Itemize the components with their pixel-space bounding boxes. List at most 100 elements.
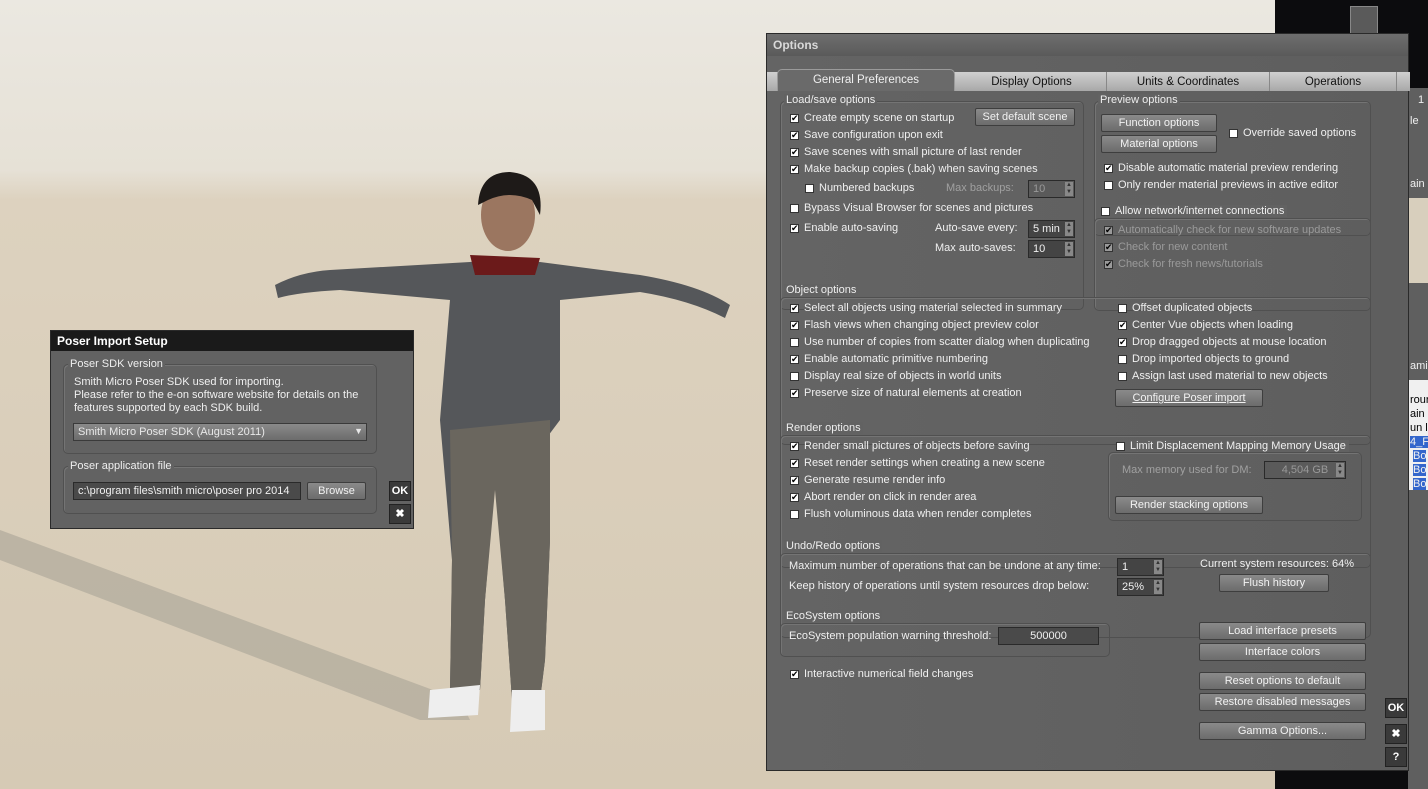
tab-units-coordinates[interactable]: Units & Coordinates bbox=[1107, 72, 1270, 91]
group-legend: Render options bbox=[784, 422, 863, 434]
fragment[interactable]: Bo bbox=[1413, 478, 1427, 490]
option-checkbox[interactable]: ✔ Create empty scene on startup bbox=[790, 112, 954, 124]
option-checkbox[interactable]: ✔ Drop dragged objects at mouse location bbox=[1118, 336, 1326, 348]
checkbox-label: Save scenes with small picture of last r… bbox=[804, 146, 1022, 158]
autosave-every-label: Auto-save every: bbox=[935, 222, 1018, 234]
tab-general-preferences[interactable]: General Preferences bbox=[777, 69, 955, 91]
ok-button[interactable]: OK bbox=[389, 481, 411, 501]
limit-dm-checkbox[interactable]: Limit Displacement Mapping Memory Usage bbox=[1116, 440, 1349, 452]
allow-network-checkbox[interactable]: Allow network/internet connections bbox=[1101, 205, 1288, 217]
file-legend: Poser application file bbox=[68, 460, 174, 472]
max-ops-label: Maximum number of operations that can be… bbox=[789, 560, 1101, 572]
fragment[interactable]: Bo bbox=[1413, 450, 1427, 462]
material-options-button[interactable]: Material options bbox=[1101, 135, 1217, 153]
checkbox-box bbox=[1104, 180, 1113, 190]
option-checkbox[interactable]: Assign last used material to new objects bbox=[1118, 370, 1328, 382]
checkbox-label: Display real size of objects in world un… bbox=[804, 370, 1002, 382]
restore-messages-button[interactable]: Restore disabled messages bbox=[1199, 693, 1366, 711]
option-checkbox[interactable]: Only render material previews in active … bbox=[1104, 179, 1338, 191]
checkbox-box: ✔ bbox=[790, 222, 799, 233]
option-checkbox[interactable]: ✔ Save configuration upon exit bbox=[790, 129, 943, 141]
checkbox-label: Use number of copies from scatter dialog… bbox=[804, 336, 1090, 348]
checkbox-box bbox=[1118, 354, 1127, 364]
close-button[interactable]: ✖ bbox=[1385, 724, 1407, 744]
group-legend: Load/save options bbox=[784, 94, 878, 106]
fragment: un li bbox=[1410, 422, 1428, 434]
load-presets-button[interactable]: Load interface presets bbox=[1199, 622, 1366, 640]
checkbox-box: ✔ bbox=[1118, 319, 1127, 330]
checkbox-label: Drop dragged objects at mouse location bbox=[1132, 336, 1327, 348]
configure-poser-import-button[interactable]: Configure Poser import bbox=[1115, 389, 1263, 407]
max-ops-spinner[interactable]: 1 ▲ ▼ bbox=[1117, 558, 1164, 576]
option-checkbox[interactable]: Bypass Visual Browser for scenes and pic… bbox=[790, 202, 1033, 214]
option-checkbox[interactable]: ✔ Make backup copies (.bak) when saving s… bbox=[790, 163, 1038, 175]
option-checkbox[interactable]: Numbered backups bbox=[805, 182, 914, 194]
checkbox-box bbox=[790, 203, 799, 213]
option-checkbox[interactable]: Flush voluminous data when render comple… bbox=[790, 508, 1031, 520]
checkbox-label: Reset render settings when creating a ne… bbox=[804, 457, 1045, 469]
keep-history-spinner[interactable]: 25% ▲ ▼ bbox=[1117, 578, 1164, 596]
function-options-button[interactable]: Function options bbox=[1101, 114, 1217, 132]
max-autosaves-spinner[interactable]: 10 ▲ ▼ bbox=[1028, 240, 1075, 258]
browse-button[interactable]: Browse bbox=[307, 482, 366, 500]
eco-threshold-input[interactable]: 500000 bbox=[998, 627, 1099, 645]
fragment: amic bbox=[1410, 360, 1428, 372]
set-default-scene-button[interactable]: Set default scene bbox=[975, 108, 1075, 126]
checkbox-label: Bypass Visual Browser for scenes and pic… bbox=[804, 202, 1034, 214]
gamma-options-button[interactable]: Gamma Options... bbox=[1199, 722, 1366, 740]
poser-import-dialog: Poser Import Setup Poser SDK version Smi… bbox=[50, 330, 414, 529]
interface-colors-button[interactable]: Interface colors bbox=[1199, 643, 1366, 661]
checkbox-box: ✔ bbox=[790, 163, 799, 174]
render-stacking-button[interactable]: Render stacking options bbox=[1115, 496, 1263, 514]
poser-path-input[interactable]: c:\program files\smith micro\poser pro 2… bbox=[73, 482, 301, 500]
option-checkbox[interactable]: Display real size of objects in world un… bbox=[790, 370, 1001, 382]
option-checkbox[interactable]: ✔ Disable automatic material preview rend… bbox=[1104, 162, 1338, 174]
option-checkbox[interactable]: ✔ Render small pictures of objects before… bbox=[790, 440, 1030, 452]
ok-button[interactable]: OK bbox=[1385, 698, 1407, 718]
max-backups-spinner[interactable]: 10 ▲ ▼ bbox=[1028, 180, 1075, 198]
sdk-version-select[interactable]: Smith Micro Poser SDK (August 2011) ▼ bbox=[73, 423, 367, 441]
option-checkbox[interactable]: ✔ Save scenes with small picture of last … bbox=[790, 146, 1022, 158]
tab-operations[interactable]: Operations bbox=[1270, 72, 1397, 91]
fragment[interactable]: 4_F bbox=[1410, 436, 1428, 448]
option-checkbox[interactable]: Offset duplicated objects bbox=[1118, 302, 1252, 314]
checkbox-label: Enable automatic primitive numbering bbox=[804, 353, 989, 365]
tab-display-options[interactable]: Display Options bbox=[957, 72, 1107, 91]
sdk-text: Smith Micro Poser SDK used for importing… bbox=[74, 376, 284, 388]
interactive-fields-checkbox[interactable]: ✔ Interactive numerical field changes bbox=[790, 668, 973, 680]
close-button[interactable]: ✖ bbox=[389, 504, 411, 524]
option-checkbox[interactable]: Override saved options bbox=[1229, 127, 1356, 139]
reset-options-button[interactable]: Reset options to default bbox=[1199, 672, 1366, 690]
checkbox-label: Automatically check for new software upd… bbox=[1118, 224, 1342, 236]
option-checkbox[interactable]: ✔ Center Vue objects when loading bbox=[1118, 319, 1293, 331]
max-memory-spinner[interactable]: 4,504 GB ▲ ▼ bbox=[1264, 461, 1346, 479]
checkbox-label: Drop imported objects to ground bbox=[1132, 353, 1290, 365]
object-settings-icon[interactable] bbox=[1350, 6, 1378, 34]
option-checkbox[interactable]: ✔ Reset render settings when creating a n… bbox=[790, 457, 1045, 469]
checkbox-label: Only render material previews in active … bbox=[1118, 179, 1339, 191]
option-checkbox[interactable]: ✔ Enable automatic primitive numbering bbox=[790, 353, 988, 365]
option-checkbox[interactable]: ✔ Select all objects using material selec… bbox=[790, 302, 1062, 314]
flush-history-button[interactable]: Flush history bbox=[1219, 574, 1329, 592]
checkbox-box: ✔ bbox=[790, 491, 799, 502]
checkbox-label: Generate resume render info bbox=[804, 474, 946, 486]
checkbox-box: ✔ bbox=[1104, 241, 1113, 252]
help-button[interactable]: ? bbox=[1385, 747, 1407, 767]
fragment: rour bbox=[1410, 394, 1428, 406]
option-checkbox[interactable]: ✔ Flash views when changing object previe… bbox=[790, 319, 1039, 331]
checkbox-label: Preserve size of natural elements at cre… bbox=[804, 387, 1022, 399]
checkbox-label: Assign last used material to new objects bbox=[1132, 370, 1328, 382]
checkbox-label: Center Vue objects when loading bbox=[1132, 319, 1294, 331]
group-legend: Undo/Redo options bbox=[784, 540, 883, 552]
option-checkbox[interactable]: Drop imported objects to ground bbox=[1118, 353, 1289, 365]
eco-threshold-label: EcoSystem population warning threshold: bbox=[789, 630, 992, 642]
option-checkbox[interactable]: ✔ Abort render on click in render area bbox=[790, 491, 976, 503]
fragment[interactable]: Bo bbox=[1413, 464, 1427, 476]
option-checkbox[interactable]: ✔ Enable auto-saving bbox=[790, 222, 898, 234]
group-legend: EcoSystem options bbox=[784, 610, 883, 622]
autosave-every-spinner[interactable]: 5 min ▲ ▼ bbox=[1028, 220, 1075, 238]
option-checkbox[interactable]: ✔ Preserve size of natural elements at cr… bbox=[790, 387, 1022, 399]
option-checkbox[interactable]: Use number of copies from scatter dialog… bbox=[790, 336, 1090, 348]
option-checkbox[interactable]: ✔ Generate resume render info bbox=[790, 474, 945, 486]
dialog-title: Options bbox=[767, 34, 1408, 56]
